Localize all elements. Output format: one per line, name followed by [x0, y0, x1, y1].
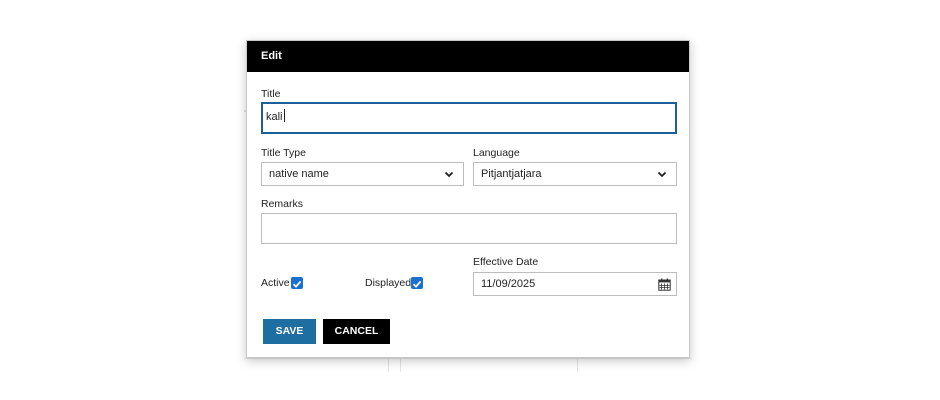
- checkmark-icon: [412, 280, 422, 288]
- checkmark-icon: [292, 280, 302, 288]
- text-cursor: [283, 109, 285, 122]
- background-divider: [244, 358, 692, 359]
- title-label: Title: [261, 88, 281, 100]
- save-button[interactable]: SAVE: [263, 319, 316, 344]
- chevron-down-icon: [657, 171, 667, 178]
- cancel-button[interactable]: CANCEL: [323, 319, 390, 344]
- title-input-value: kali: [266, 111, 283, 123]
- effective-date-label: Effective Date: [473, 256, 539, 268]
- active-label: Active: [261, 277, 290, 289]
- remarks-input[interactable]: [261, 213, 677, 244]
- language-value: Pitjantjatjara: [481, 168, 542, 180]
- title-type-label: Title Type: [261, 147, 306, 159]
- title-input[interactable]: kali: [261, 102, 677, 134]
- background-divider: [400, 358, 401, 372]
- calendar-icon[interactable]: [658, 278, 671, 291]
- active-checkbox[interactable]: [291, 277, 303, 289]
- effective-date-input[interactable]: 11/09/2025: [473, 272, 677, 296]
- remarks-label: Remarks: [261, 198, 304, 210]
- edit-dialog: Edit Title kali Title Type native name L…: [246, 40, 690, 358]
- title-type-value: native name: [269, 168, 329, 180]
- chevron-down-icon: [444, 171, 454, 178]
- title-type-select[interactable]: native name: [261, 162, 464, 186]
- background-divider: [577, 358, 578, 372]
- effective-date-value: 11/09/2025: [481, 278, 536, 290]
- displayed-checkbox[interactable]: [411, 277, 423, 289]
- background-divider: [388, 358, 389, 372]
- dialog-title: Edit: [247, 41, 689, 72]
- language-select[interactable]: Pitjantjatjara: [473, 162, 677, 186]
- displayed-label: Displayed: [365, 277, 412, 289]
- language-label: Language: [473, 147, 520, 159]
